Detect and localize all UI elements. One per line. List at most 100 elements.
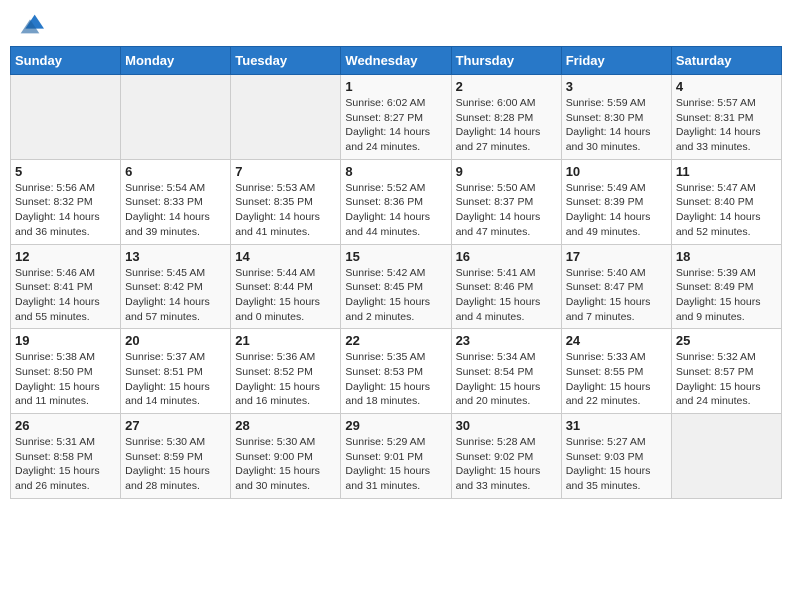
calendar-cell: 15 Sunrise: 5:42 AM Sunset: 8:45 PM Dayli… bbox=[341, 244, 451, 329]
calendar-cell: 31 Sunrise: 5:27 AM Sunset: 9:03 PM Dayli… bbox=[561, 414, 671, 499]
day-number: 12 bbox=[15, 249, 116, 264]
day-info: Sunrise: 5:30 AM Sunset: 9:00 PM Dayligh… bbox=[235, 435, 336, 494]
day-number: 22 bbox=[345, 333, 446, 348]
calendar-cell: 8Sunrise: 5:52 AM Sunset: 8:36 PM Daylig… bbox=[341, 159, 451, 244]
logo-icon bbox=[16, 10, 44, 38]
calendar-cell: 5 Sunrise: 5:56 AM Sunset: 8:32 PM Daylig… bbox=[11, 159, 121, 244]
day-number: 20 bbox=[125, 333, 226, 348]
day-number: 17 bbox=[566, 249, 667, 264]
calendar-cell bbox=[231, 75, 341, 160]
calendar-cell bbox=[121, 75, 231, 160]
weekday-header-monday: Monday bbox=[121, 47, 231, 75]
day-number: 21 bbox=[235, 333, 336, 348]
calendar-cell: 29 Sunrise: 5:29 AM Sunset: 9:01 PM Dayli… bbox=[341, 414, 451, 499]
calendar-cell: 16 Sunrise: 5:41 AM Sunset: 8:46 PM Dayli… bbox=[451, 244, 561, 329]
calendar-week-3: 12 Sunrise: 5:46 AM Sunset: 8:41 PM Dayli… bbox=[11, 244, 782, 329]
calendar-cell: 2Sunrise: 6:00 AM Sunset: 8:28 PM Daylig… bbox=[451, 75, 561, 160]
day-info: Sunrise: 5:57 AM Sunset: 8:31 PM Dayligh… bbox=[676, 96, 777, 155]
day-info: Sunrise: 5:45 AM Sunset: 8:42 PM Dayligh… bbox=[125, 266, 226, 325]
calendar-cell: 20 Sunrise: 5:37 AM Sunset: 8:51 PM Dayli… bbox=[121, 329, 231, 414]
weekday-header-friday: Friday bbox=[561, 47, 671, 75]
day-number: 13 bbox=[125, 249, 226, 264]
calendar-cell: 11 Sunrise: 5:47 AM Sunset: 8:40 PM Dayli… bbox=[671, 159, 781, 244]
calendar-cell: 1 Sunrise: 6:02 AM Sunset: 8:27 PM Daylig… bbox=[341, 75, 451, 160]
calendar-cell bbox=[11, 75, 121, 160]
calendar-week-2: 5 Sunrise: 5:56 AM Sunset: 8:32 PM Daylig… bbox=[11, 159, 782, 244]
day-number: 25 bbox=[676, 333, 777, 348]
weekday-header-sunday: Sunday bbox=[11, 47, 121, 75]
weekday-header-wednesday: Wednesday bbox=[341, 47, 451, 75]
calendar-cell: 3 Sunrise: 5:59 AM Sunset: 8:30 PM Daylig… bbox=[561, 75, 671, 160]
day-number: 9 bbox=[456, 164, 557, 179]
weekday-header-saturday: Saturday bbox=[671, 47, 781, 75]
calendar-cell: 26Sunrise: 5:31 AM Sunset: 8:58 PM Dayli… bbox=[11, 414, 121, 499]
calendar-cell: 21Sunrise: 5:36 AM Sunset: 8:52 PM Dayli… bbox=[231, 329, 341, 414]
calendar-cell: 18 Sunrise: 5:39 AM Sunset: 8:49 PM Dayli… bbox=[671, 244, 781, 329]
day-number: 4 bbox=[676, 79, 777, 94]
weekday-header-thursday: Thursday bbox=[451, 47, 561, 75]
calendar-cell: 6Sunrise: 5:54 AM Sunset: 8:33 PM Daylig… bbox=[121, 159, 231, 244]
day-info: Sunrise: 5:53 AM Sunset: 8:35 PM Dayligh… bbox=[235, 181, 336, 240]
day-info: Sunrise: 5:32 AM Sunset: 8:57 PM Dayligh… bbox=[676, 350, 777, 409]
day-info: Sunrise: 5:49 AM Sunset: 8:39 PM Dayligh… bbox=[566, 181, 667, 240]
day-number: 18 bbox=[676, 249, 777, 264]
calendar-cell: 19Sunrise: 5:38 AM Sunset: 8:50 PM Dayli… bbox=[11, 329, 121, 414]
calendar-cell: 30 Sunrise: 5:28 AM Sunset: 9:02 PM Dayli… bbox=[451, 414, 561, 499]
calendar-cell: 14 Sunrise: 5:44 AM Sunset: 8:44 PM Dayli… bbox=[231, 244, 341, 329]
weekday-header-tuesday: Tuesday bbox=[231, 47, 341, 75]
day-info: Sunrise: 5:28 AM Sunset: 9:02 PM Dayligh… bbox=[456, 435, 557, 494]
day-number: 30 bbox=[456, 418, 557, 433]
calendar-cell: 17Sunrise: 5:40 AM Sunset: 8:47 PM Dayli… bbox=[561, 244, 671, 329]
day-number: 5 bbox=[15, 164, 116, 179]
day-info: Sunrise: 5:52 AM Sunset: 8:36 PM Dayligh… bbox=[345, 181, 446, 240]
calendar-cell: 25 Sunrise: 5:32 AM Sunset: 8:57 PM Dayli… bbox=[671, 329, 781, 414]
day-info: Sunrise: 5:46 AM Sunset: 8:41 PM Dayligh… bbox=[15, 266, 116, 325]
day-number: 29 bbox=[345, 418, 446, 433]
calendar-cell: 7Sunrise: 5:53 AM Sunset: 8:35 PM Daylig… bbox=[231, 159, 341, 244]
day-info: Sunrise: 5:30 AM Sunset: 8:59 PM Dayligh… bbox=[125, 435, 226, 494]
day-info: Sunrise: 5:50 AM Sunset: 8:37 PM Dayligh… bbox=[456, 181, 557, 240]
day-number: 31 bbox=[566, 418, 667, 433]
day-number: 14 bbox=[235, 249, 336, 264]
day-info: Sunrise: 5:47 AM Sunset: 8:40 PM Dayligh… bbox=[676, 181, 777, 240]
calendar-cell: 4 Sunrise: 5:57 AM Sunset: 8:31 PM Daylig… bbox=[671, 75, 781, 160]
day-info: Sunrise: 5:56 AM Sunset: 8:32 PM Dayligh… bbox=[15, 181, 116, 240]
day-number: 27 bbox=[125, 418, 226, 433]
day-info: Sunrise: 5:33 AM Sunset: 8:55 PM Dayligh… bbox=[566, 350, 667, 409]
day-number: 1 bbox=[345, 79, 446, 94]
calendar-cell: 22Sunrise: 5:35 AM Sunset: 8:53 PM Dayli… bbox=[341, 329, 451, 414]
day-number: 26 bbox=[15, 418, 116, 433]
logo bbox=[10, 10, 44, 38]
calendar-cell: 13 Sunrise: 5:45 AM Sunset: 8:42 PM Dayli… bbox=[121, 244, 231, 329]
calendar-cell: 23 Sunrise: 5:34 AM Sunset: 8:54 PM Dayli… bbox=[451, 329, 561, 414]
day-number: 28 bbox=[235, 418, 336, 433]
calendar-week-4: 19Sunrise: 5:38 AM Sunset: 8:50 PM Dayli… bbox=[11, 329, 782, 414]
day-info: Sunrise: 5:39 AM Sunset: 8:49 PM Dayligh… bbox=[676, 266, 777, 325]
day-info: Sunrise: 5:34 AM Sunset: 8:54 PM Dayligh… bbox=[456, 350, 557, 409]
page-header bbox=[10, 10, 782, 38]
day-info: Sunrise: 5:41 AM Sunset: 8:46 PM Dayligh… bbox=[456, 266, 557, 325]
calendar-week-1: 1 Sunrise: 6:02 AM Sunset: 8:27 PM Daylig… bbox=[11, 75, 782, 160]
day-number: 6 bbox=[125, 164, 226, 179]
day-info: Sunrise: 5:59 AM Sunset: 8:30 PM Dayligh… bbox=[566, 96, 667, 155]
day-number: 16 bbox=[456, 249, 557, 264]
weekday-header-row: SundayMondayTuesdayWednesdayThursdayFrid… bbox=[11, 47, 782, 75]
day-info: Sunrise: 5:37 AM Sunset: 8:51 PM Dayligh… bbox=[125, 350, 226, 409]
calendar-cell bbox=[671, 414, 781, 499]
day-number: 3 bbox=[566, 79, 667, 94]
day-info: Sunrise: 5:29 AM Sunset: 9:01 PM Dayligh… bbox=[345, 435, 446, 494]
day-info: Sunrise: 5:44 AM Sunset: 8:44 PM Dayligh… bbox=[235, 266, 336, 325]
day-info: Sunrise: 5:42 AM Sunset: 8:45 PM Dayligh… bbox=[345, 266, 446, 325]
day-number: 10 bbox=[566, 164, 667, 179]
day-info: Sunrise: 6:02 AM Sunset: 8:27 PM Dayligh… bbox=[345, 96, 446, 155]
day-info: Sunrise: 5:38 AM Sunset: 8:50 PM Dayligh… bbox=[15, 350, 116, 409]
day-number: 23 bbox=[456, 333, 557, 348]
calendar-cell: 28 Sunrise: 5:30 AM Sunset: 9:00 PM Dayli… bbox=[231, 414, 341, 499]
calendar-header: SundayMondayTuesdayWednesdayThursdayFrid… bbox=[11, 47, 782, 75]
calendar-body: 1 Sunrise: 6:02 AM Sunset: 8:27 PM Daylig… bbox=[11, 75, 782, 499]
day-number: 11 bbox=[676, 164, 777, 179]
day-info: Sunrise: 5:27 AM Sunset: 9:03 PM Dayligh… bbox=[566, 435, 667, 494]
calendar-cell: 24Sunrise: 5:33 AM Sunset: 8:55 PM Dayli… bbox=[561, 329, 671, 414]
calendar-cell: 9 Sunrise: 5:50 AM Sunset: 8:37 PM Daylig… bbox=[451, 159, 561, 244]
day-number: 15 bbox=[345, 249, 446, 264]
